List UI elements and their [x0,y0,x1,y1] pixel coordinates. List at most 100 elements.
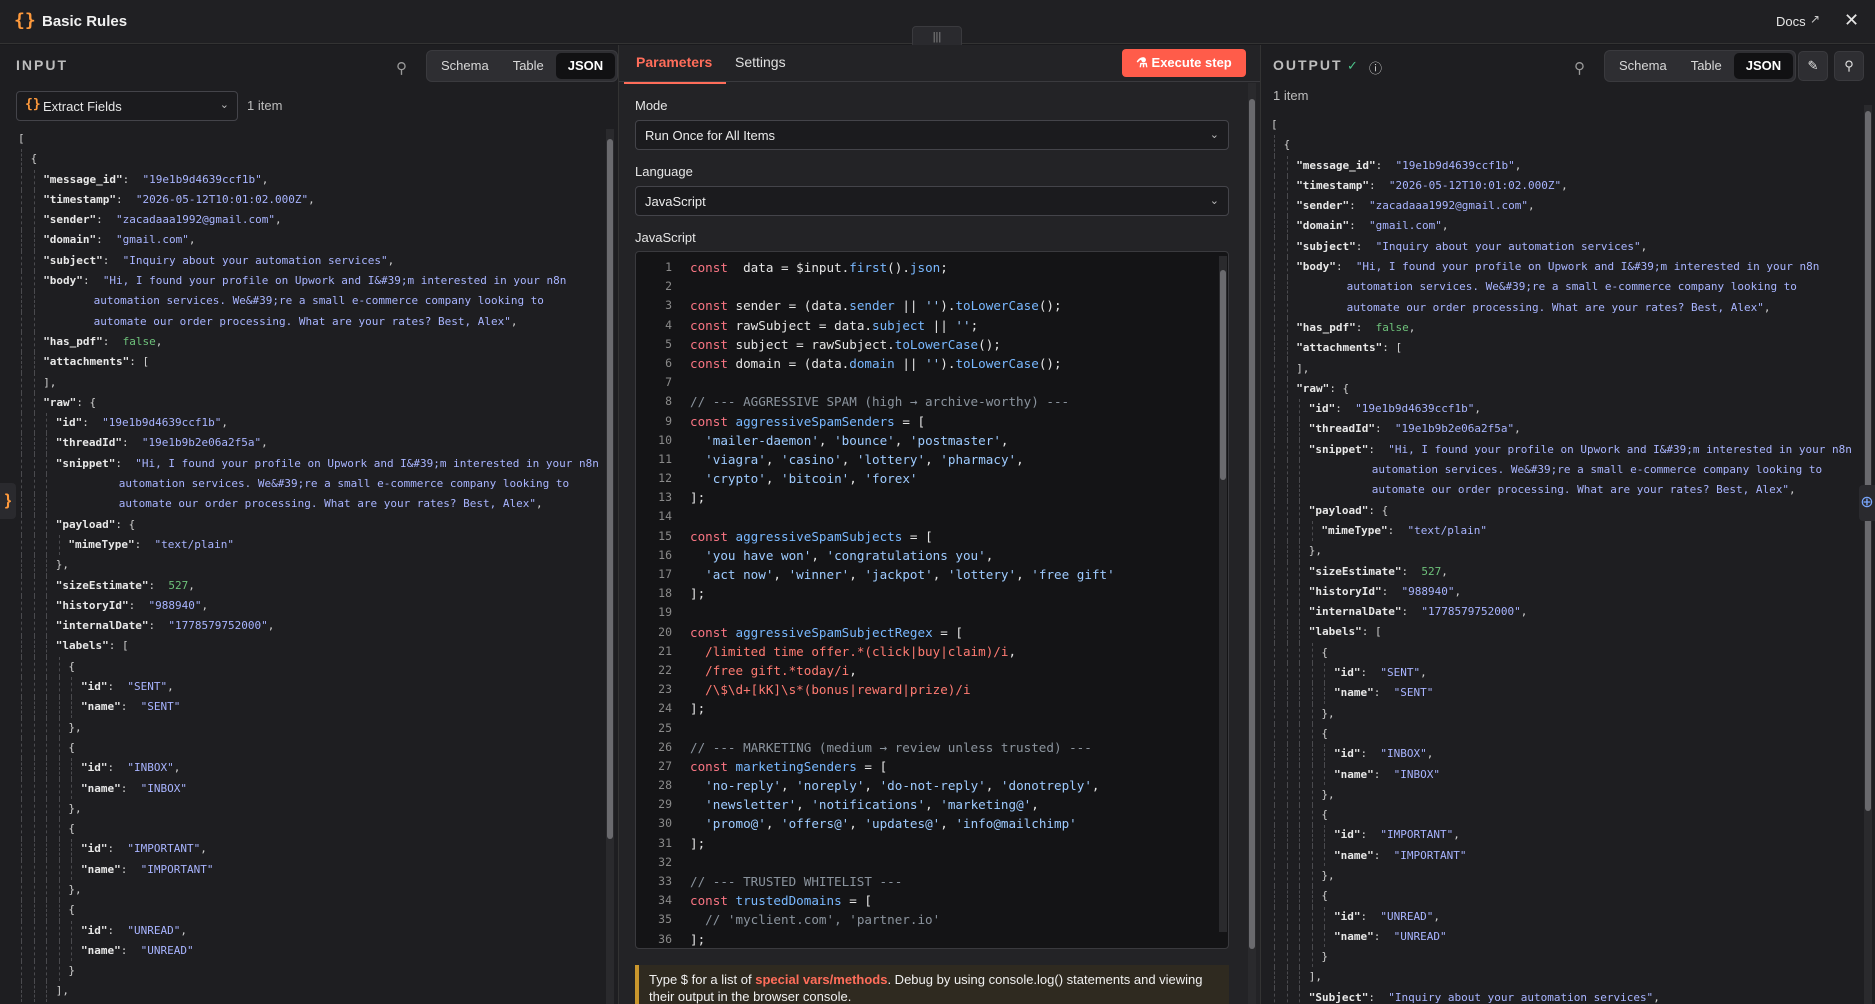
indent-guide [1311,947,1313,968]
json-token: "has_pdf" [1296,320,1356,334]
json-token: , [1520,605,1528,619]
json-text: { [1321,724,1328,744]
indent-guide [21,311,22,332]
code-token: , [1000,432,1009,448]
docs-link[interactable]: Docs [1776,14,1806,29]
info-icon[interactable]: ⓘ [1369,58,1382,77]
edit-output-button[interactable]: ✎ [1798,51,1828,81]
tab-settings[interactable]: Settings [735,54,786,70]
json-token: "snippet" [1308,442,1369,456]
indent-guide [1299,642,1301,664]
indent-guide [21,413,22,434]
code-token: 'free gift' [1031,567,1115,582]
line-number: 12 [658,471,672,486]
search-icon[interactable]: ⚲ [1574,59,1585,77]
indent-guide [21,474,22,495]
indent-guide [1311,865,1313,887]
indent-guide [1324,845,1326,866]
json-token: : [1355,239,1376,253]
indent-guide [33,474,35,495]
json-token: }, [1308,544,1323,558]
line-number: 34 [658,893,672,908]
scroll-thumb[interactable] [607,139,613,839]
indent-guide [1286,257,1288,278]
json-token: : [1349,219,1370,233]
input-node-select[interactable]: {} Extract Fields ⌄ [16,91,238,121]
json-text: } [1321,947,1328,967]
editor-scroll-thumb[interactable] [1220,270,1226,480]
indent-guide [33,737,35,759]
side-globe-icon[interactable]: ⊕ [1859,485,1875,521]
code-text: ]; [690,834,705,853]
json-token: , [261,172,269,186]
code-text: /limited time offer.*(click|buy|claim)/i… [690,642,1016,661]
view-json[interactable]: JSON [555,53,616,79]
indent-guide [1286,865,1288,887]
indent-guide [1274,744,1275,765]
view-table[interactable]: Table [1679,53,1734,79]
indent-guide [1299,987,1301,1004]
params-scroll-thumb[interactable] [1249,99,1255,949]
editor-scrollbar[interactable] [1219,256,1227,932]
output-scrollbar[interactable] [1864,105,1872,1004]
json-token: automate our order processing. What are … [1346,300,1764,314]
indent-guide [33,595,35,617]
indent-guide [46,900,48,921]
json-text: }, [1321,704,1334,724]
code-token: // --- AGGRESSIVE SPAM (high → archive-w… [690,394,1070,410]
code-token: ]; [690,701,706,717]
node-select-value: Extract Fields [43,99,122,114]
json-text: "id": "IMPORTANT", [1334,825,1460,845]
code-token: 'updates@' [864,816,941,832]
code-token: || [894,355,926,371]
code-token: 'casino' [781,451,842,467]
indent-guide [1286,358,1288,379]
json-token: }, [1321,868,1335,882]
json-token: : [82,274,103,288]
code-text: const aggressiveSpamSenders = [ [690,412,925,431]
indent-guide [46,961,48,982]
json-token: "19e1b9b2e06a2f5a" [141,436,262,450]
json-token: 527 [1421,564,1442,578]
params-scrollbar[interactable] [1248,83,1256,1004]
indent-guide [1286,439,1288,461]
json-text: ], [1309,967,1322,987]
json-token: : [1335,260,1356,274]
mode-select[interactable]: Run Once for All Items ⌄ [635,120,1229,150]
side-panel-toggle[interactable]: } [0,483,16,519]
indent-guide [1299,683,1301,704]
special-vars-link[interactable]: special vars/methods [755,972,887,987]
json-token: , [1640,239,1648,253]
code-token: const [690,355,728,371]
view-table[interactable]: Table [501,53,556,79]
json-token: , [275,213,282,227]
json-text: "internalDate": "1778579752000", [56,616,275,636]
node-title[interactable]: Basic Rules [42,13,127,30]
search-icon[interactable]: ⚲ [396,59,407,77]
scroll-thumb[interactable] [1865,111,1871,811]
external-link-icon[interactable]: ↗ [1810,12,1820,26]
indent-guide [1274,845,1275,866]
close-icon[interactable]: ✕ [1844,10,1859,31]
line-number: 14 [658,509,672,524]
code-editor[interactable]: 1 const data = $input.first().json; 2 3 cons… [635,251,1229,949]
execute-step-button[interactable]: ⚗ Execute step [1122,49,1246,77]
json-token: "19e1b9d4639ccf1b" [1355,402,1475,416]
tab-parameters[interactable]: Parameters [623,54,727,84]
line-number: 4 [665,317,672,332]
code-token: , [864,778,880,794]
json-text: "payload": { [1309,501,1388,521]
indent-guide [1324,744,1326,765]
view-json[interactable]: JSON [1733,53,1794,79]
pin-data-button[interactable]: ⚲ [1834,51,1864,81]
code-token: , [773,567,789,582]
code-text: 'newsletter', 'notifications', 'marketin… [690,795,1039,814]
language-select[interactable]: JavaScript ⌄ [635,186,1229,216]
view-schema[interactable]: Schema [429,53,501,79]
json-text: { [68,657,75,677]
code-token: 'notifications' [811,797,926,813]
view-schema[interactable]: Schema [1607,53,1679,79]
code-token: 'crypto' [705,471,766,487]
input-scrollbar[interactable] [606,129,614,1004]
